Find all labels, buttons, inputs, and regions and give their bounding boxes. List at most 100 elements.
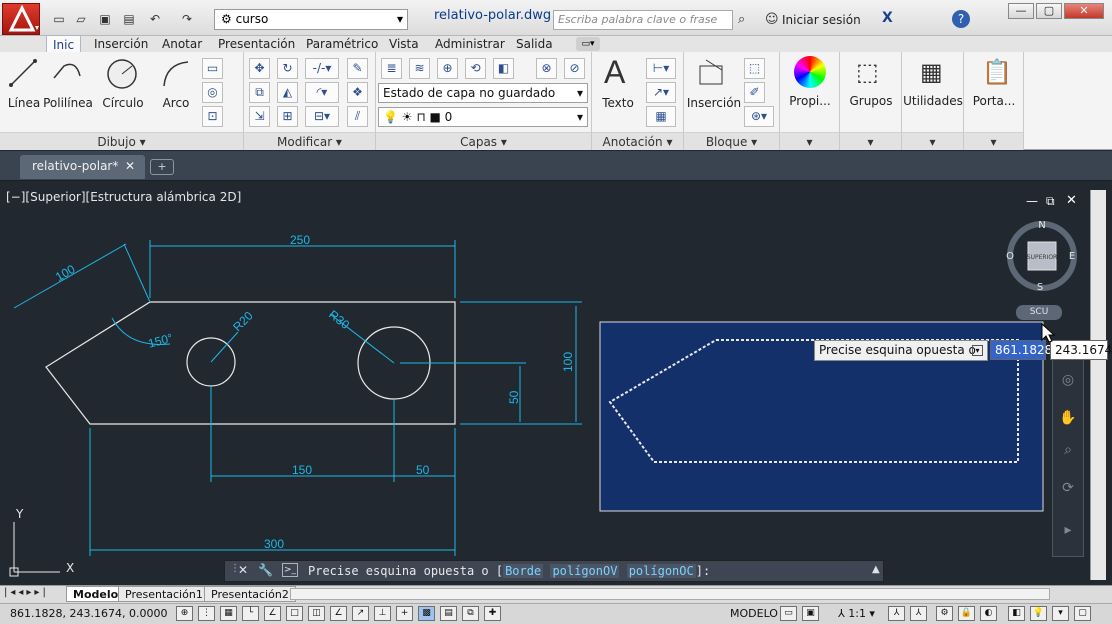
annotation-visibility-icon[interactable]: ⅄ <box>888 606 905 621</box>
panel-utilidades[interactable]: ▦ Utilidades ▾ <box>902 52 964 150</box>
cmd-customize-icon[interactable]: 🔧 <box>258 563 273 577</box>
new-tab-icon[interactable]: + <box>150 159 174 175</box>
insert-button[interactable]: Inserción <box>686 96 742 110</box>
tab-inicio[interactable]: Inic <box>46 35 82 53</box>
panel-title-modificar[interactable]: Modificar ▾ <box>244 132 375 150</box>
utilities-expand[interactable]: ▾ <box>902 132 963 150</box>
status-menu-icon[interactable]: ▾ <box>1052 606 1069 621</box>
search-input[interactable]: Escriba palabra clave o frase <box>553 10 733 30</box>
lineweight-icon[interactable]: + <box>396 606 413 621</box>
tab-anotar[interactable]: Anotar <box>156 35 208 53</box>
tab-insercion[interactable]: Inserción <box>88 35 154 53</box>
leader-icon[interactable]: ↗▾ <box>646 82 676 103</box>
table-icon[interactable]: ▦ <box>646 106 676 127</box>
layer-isolate-icon[interactable]: ◧ <box>493 58 514 79</box>
cmd-option-poligonov[interactable]: polígonOV <box>550 564 620 578</box>
annotation-scale[interactable]: ⅄ 1:1 ▾ <box>838 607 875 620</box>
workspace-switch-icon[interactable]: ⚙ <box>936 606 953 621</box>
properties-expand[interactable]: ▾ <box>780 132 839 150</box>
dyn-icon[interactable]: ⊥ <box>374 606 391 621</box>
trim-icon[interactable]: -/-▾ <box>305 58 339 79</box>
orbit-icon[interactable]: ⟳ <box>1058 478 1078 498</box>
ortho-icon[interactable]: └ <box>242 606 259 621</box>
dimension-icon[interactable]: ⊢▾ <box>646 58 676 79</box>
edit-block-icon[interactable]: ✐ <box>744 82 765 103</box>
pan-icon[interactable]: ✋ <box>1058 408 1078 428</box>
ducs-icon[interactable]: ↗ <box>352 606 369 621</box>
layer-match-icon[interactable]: ⊕ <box>437 58 458 79</box>
current-layer-dropdown[interactable]: 💡 ☀ ⊓ ■ 0 ▾ <box>378 107 588 127</box>
attribute-icon[interactable]: ⊛▾ <box>744 106 774 127</box>
save-icon[interactable]: ▣ <box>96 10 114 28</box>
clipboard-expand[interactable]: ▾ <box>964 132 1023 150</box>
layer-lock-icon[interactable]: ⊘ <box>564 58 585 79</box>
layer-previous-icon[interactable]: ⟲ <box>465 58 486 79</box>
save-as-icon[interactable]: ▤ <box>120 10 138 28</box>
autocad-logo-icon[interactable] <box>2 3 40 35</box>
quick-view-layouts-icon[interactable]: ▭ <box>780 606 797 621</box>
offset-icon[interactable]: ⫽ <box>347 106 368 127</box>
lock-ui-icon[interactable]: 🔒 <box>958 606 975 621</box>
rectangle-icon[interactable]: ▭ <box>202 58 223 79</box>
clean-screen-icon[interactable]: ▢ <box>1074 606 1091 621</box>
polyline-button[interactable]: Polilínea <box>42 96 94 110</box>
redo-icon[interactable]: ↷ <box>178 10 196 28</box>
layer-freeze-icon[interactable]: ⊗ <box>536 58 557 79</box>
rotate-icon[interactable]: ↻ <box>277 58 298 79</box>
panel-title-dibujo[interactable]: Dibujo ▾ <box>0 132 243 150</box>
panel-grupos[interactable]: ⬚ Grupos ▾ <box>840 52 902 150</box>
user-icon[interactable]: ☺ <box>765 12 779 27</box>
signin-button[interactable]: Iniciar sesión <box>782 13 861 27</box>
close-button[interactable]: ✕ <box>1064 3 1104 19</box>
showmotion-icon[interactable]: ▸ <box>1058 520 1078 540</box>
cmd-recent-icon[interactable]: >_ <box>282 563 298 577</box>
panel-propiedades[interactable]: Propi... ▾ <box>780 52 840 150</box>
hatch-icon[interactable]: ◎ <box>202 82 223 103</box>
create-block-icon[interactable]: ⬚ <box>744 58 765 79</box>
open-file-icon[interactable]: ▱ <box>72 10 90 28</box>
vertical-scrollbar[interactable] <box>1090 190 1106 580</box>
mirror-icon[interactable]: ◭ <box>277 82 298 103</box>
layer-state-icon[interactable]: ≋ <box>409 58 430 79</box>
prompt-options-icon[interactable]: ▾ <box>972 345 983 356</box>
layer-state-dropdown[interactable]: Estado de capa no guardado ▾ <box>378 83 588 103</box>
tab-presentacion[interactable]: Presentación <box>212 35 301 53</box>
tab-salida[interactable]: Salida <box>510 35 559 53</box>
copy-icon[interactable]: ⧉ <box>249 82 270 103</box>
array-icon[interactable]: ⊟▾ <box>305 106 339 127</box>
panel-title-capas[interactable]: Capas ▾ <box>376 132 591 150</box>
binoculars-icon[interactable]: ⌕ <box>738 12 745 27</box>
explode-icon[interactable]: ❖ <box>347 82 368 103</box>
input-x-field[interactable]: 861.1828 <box>990 340 1052 360</box>
circle-button[interactable]: Círculo <box>100 96 146 110</box>
groups-expand[interactable]: ▾ <box>840 132 901 150</box>
cmd-option-poligonoc[interactable]: polígonOC <box>626 564 696 578</box>
exchange-icon[interactable]: X <box>882 10 893 26</box>
hardware-acceleration-icon[interactable]: ◐ <box>980 606 997 621</box>
erase-icon[interactable]: ✎ <box>347 58 368 79</box>
fillet-icon[interactable]: ◜▾ <box>305 82 339 103</box>
cursor-coordinates[interactable]: 861.1828, 243.1674, 0.0000 <box>10 607 167 620</box>
infer-icon[interactable]: ⊕ <box>176 606 193 621</box>
tab-vista[interactable]: Vista <box>383 35 425 53</box>
status-bulb-icon[interactable]: 💡 <box>1030 606 1047 621</box>
steering-wheel-icon[interactable]: ◎ <box>1058 370 1078 390</box>
cmd-close-icon[interactable]: ✕ <box>238 563 248 577</box>
ribbon-options-icon[interactable]: ▭▾ <box>576 37 600 51</box>
undo-icon[interactable]: ↶ <box>146 10 164 28</box>
help-icon[interactable]: ? <box>952 10 970 28</box>
horizontal-scrollbar[interactable] <box>290 588 1050 600</box>
cmd-option-borde[interactable]: Borde <box>503 564 544 578</box>
line-button[interactable]: Línea <box>4 96 44 110</box>
workspace-dropdown[interactable]: ⚙ curso ▾ <box>214 9 408 30</box>
transparency-icon[interactable]: ▩ <box>418 606 435 621</box>
layer-properties-icon[interactable]: ≣ <box>381 58 402 79</box>
text-button[interactable]: Texto <box>596 96 640 110</box>
osnap-icon[interactable]: □ <box>286 606 303 621</box>
quick-view-drawings-icon[interactable]: ▣ <box>802 606 819 621</box>
new-file-icon[interactable]: ▭ <box>50 10 68 28</box>
layout-nav-icons[interactable]: |◂◂▸▸| <box>4 587 49 598</box>
minimize-button[interactable]: — <box>1008 3 1034 19</box>
close-tab-icon[interactable]: ✕ <box>125 155 135 177</box>
zoom-icon[interactable]: ⌕ <box>1058 440 1078 460</box>
